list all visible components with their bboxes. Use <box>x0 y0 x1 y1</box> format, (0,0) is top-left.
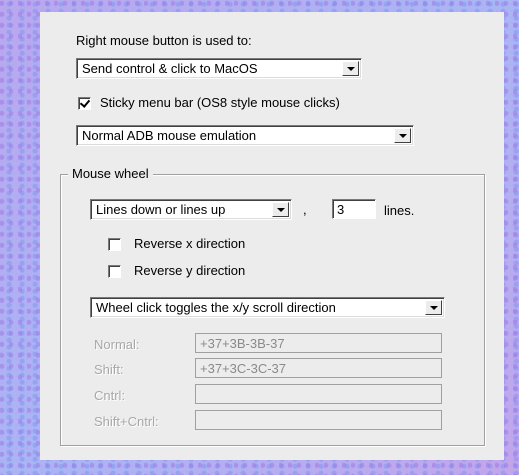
row-label-shift: Shift: <box>94 362 124 377</box>
shift-code-field: +37+3C-3C-37 <box>195 358 442 378</box>
settings-panel: Right mouse button is used to: Send cont… <box>40 12 504 460</box>
normal-code-value: +37+3B-3B-37 <box>200 336 285 351</box>
chevron-down-icon[interactable] <box>394 128 411 143</box>
wheel-click-select-value: Wheel click toggles the x/y scroll direc… <box>96 300 336 315</box>
wheel-mode-select[interactable]: Lines down or lines up <box>90 199 292 220</box>
adb-emulation-select-value: Normal ADB mouse emulation <box>82 128 257 143</box>
comma-separator: , <box>303 202 307 217</box>
reverse-y-label: Reverse y direction <box>134 263 246 278</box>
right-mouse-select-value: Send control & click to MacOS <box>82 61 258 76</box>
mouse-wheel-title: Mouse wheel <box>68 166 153 181</box>
chevron-down-icon[interactable] <box>425 300 442 315</box>
chevron-down-icon[interactable] <box>272 202 289 217</box>
cntrl-code-field <box>195 384 442 404</box>
shift-code-value: +37+3C-3C-37 <box>200 361 286 376</box>
normal-code-field: +37+3B-3B-37 <box>195 333 442 353</box>
row-label-normal: Normal: <box>94 337 140 352</box>
adb-emulation-select[interactable]: Normal ADB mouse emulation <box>76 125 414 146</box>
row-label-cntrl: Cntrl: <box>94 388 126 403</box>
sticky-menu-label: Sticky menu bar (OS8 style mouse clicks) <box>100 95 340 110</box>
shift-cntrl-code-field <box>195 410 442 430</box>
lines-count-value: 3 <box>337 202 345 217</box>
reverse-x-checkbox[interactable] <box>108 238 121 251</box>
lines-count-input[interactable]: 3 <box>332 199 376 219</box>
reverse-x-label: Reverse x direction <box>134 236 246 251</box>
wheel-click-select[interactable]: Wheel click toggles the x/y scroll direc… <box>90 297 445 318</box>
reverse-y-checkbox[interactable] <box>108 265 121 278</box>
wheel-mode-select-value: Lines down or lines up <box>96 202 226 217</box>
sticky-menu-checkbox[interactable] <box>78 97 91 110</box>
row-label-shift-cntrl: Shift+Cntrl: <box>94 414 159 429</box>
right-mouse-label: Right mouse button is used to: <box>76 33 252 48</box>
chevron-down-icon[interactable] <box>342 61 359 76</box>
right-mouse-select[interactable]: Send control & click to MacOS <box>76 58 362 79</box>
lines-label: lines. <box>384 203 415 218</box>
